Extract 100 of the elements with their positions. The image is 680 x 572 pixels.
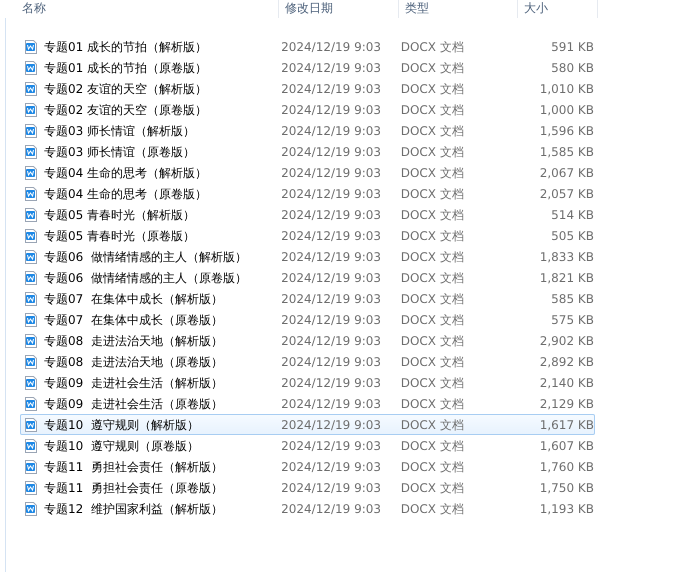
file-row[interactable]: 专题06 做情绪情感的主人（原卷版） 2024/12/19 9:03 DOCX 文档 1,821 KB xyxy=(20,267,595,288)
file-row[interactable]: 专题11 勇担社会责任（解析版） 2024/12/19 9:03 DOCX 文档 1,760 KB xyxy=(20,456,595,477)
document-icon xyxy=(24,82,37,96)
file-row[interactable]: 专题11 勇担社会责任（原卷版） 2024/12/19 9:03 DOCX 文档 1,750 KB xyxy=(20,477,595,498)
file-name: 专题05 青春时光（原卷版） xyxy=(44,228,196,244)
file-type: DOCX 文档 xyxy=(400,396,465,412)
modified-date: 2024/12/19 9:03 xyxy=(281,332,382,350)
document-icon xyxy=(24,60,37,74)
file-name: 专题09 走进社会生活（原卷版） xyxy=(44,396,224,412)
modified-date: 2024/12/19 9:03 xyxy=(281,80,382,98)
file-size: 585 KB xyxy=(550,290,594,308)
file-name: 专题07 在集体中成长（原卷版） xyxy=(44,312,224,328)
file-row[interactable]: 专题02 友谊的天空（解析版） 2024/12/19 9:03 DOCX 文档 1,010 KB xyxy=(20,78,595,99)
modified-date: 2024/12/19 9:03 xyxy=(281,102,382,118)
file-row[interactable]: 专题07 在集体中成长（原卷版） 2024/12/19 9:03 DOCX 文档 575 KB xyxy=(20,309,595,330)
name-column-header[interactable]: 名称 xyxy=(0,0,279,18)
file-row[interactable]: 专题01 成长的节拍（原卷版） 2024/12/19 9:03 DOCX 文档 580 KB xyxy=(20,57,595,78)
file-type: DOCX 文档 xyxy=(400,500,465,518)
file-type: DOCX 文档 xyxy=(400,312,465,328)
document-icon xyxy=(24,270,37,284)
file-name: 专题03 师长情谊（解析版） xyxy=(44,122,196,140)
file-type: DOCX 文档 xyxy=(400,164,465,182)
modified-date: 2024/12/19 9:03 xyxy=(281,122,382,140)
file-name: 专题01 成长的节拍（解析版） xyxy=(44,38,208,56)
file-type: DOCX 文档 xyxy=(400,60,465,76)
file-size: 580 KB xyxy=(550,60,594,76)
modified-date: 2024/12/19 9:03 xyxy=(281,354,382,370)
file-size: 1,585 KB xyxy=(538,144,594,160)
document-icon xyxy=(24,460,37,474)
date-column-header[interactable]: 修改日期 xyxy=(279,0,399,18)
file-name: 专题10 遵守规则（解析版） xyxy=(44,416,200,434)
file-size: 1,617 KB xyxy=(538,416,594,434)
document-icon xyxy=(24,144,37,158)
file-row[interactable]: 专题10 遵守规则（解析版） 2024/12/19 9:03 DOCX 文档 1,617 KB xyxy=(20,414,595,435)
file-row[interactable]: 专题01 成长的节拍（解析版） 2024/12/19 9:03 DOCX 文档 591 KB xyxy=(20,36,595,57)
file-size: 1,000 KB xyxy=(538,102,594,118)
document-icon xyxy=(24,166,37,180)
file-row[interactable]: 专题12 维护国家利益（解析版） 2024/12/19 9:03 DOCX 文档 1,193 KB xyxy=(20,498,595,519)
document-icon xyxy=(24,102,37,116)
file-type: DOCX 文档 xyxy=(400,228,465,244)
type-column-header[interactable]: 类型 xyxy=(399,0,518,18)
file-type: DOCX 文档 xyxy=(400,206,465,224)
document-icon xyxy=(24,502,37,516)
file-type: DOCX 文档 xyxy=(400,438,465,454)
file-row[interactable]: 专题04 生命的思考（原卷版） 2024/12/19 9:03 DOCX 文档 2,057 KB xyxy=(20,183,595,204)
file-name: 专题12 维护国家利益（解析版） xyxy=(44,500,224,518)
file-row[interactable]: 专题04 生命的思考（解析版） 2024/12/19 9:03 DOCX 文档 2,067 KB xyxy=(20,162,595,183)
file-row[interactable]: 专题03 师长情谊（原卷版） 2024/12/19 9:03 DOCX 文档 1,585 KB xyxy=(20,141,595,162)
file-size: 2,902 KB xyxy=(538,332,594,350)
file-size: 1,193 KB xyxy=(538,500,594,518)
size-column-header[interactable]: 大小 xyxy=(518,0,598,18)
modified-date: 2024/12/19 9:03 xyxy=(281,38,382,56)
modified-date: 2024/12/19 9:03 xyxy=(281,206,382,224)
modified-date: 2024/12/19 9:03 xyxy=(281,290,382,308)
file-name: 专题11 勇担社会责任（原卷版） xyxy=(44,480,224,496)
file-row[interactable]: 专题02 友谊的天空（原卷版） 2024/12/19 9:03 DOCX 文档 1,000 KB xyxy=(20,99,595,120)
file-name: 专题06 做情绪情感的主人（原卷版） xyxy=(44,270,248,286)
file-size: 2,892 KB xyxy=(538,354,594,370)
file-name: 专题03 师长情谊（原卷版） xyxy=(44,144,196,160)
file-type: DOCX 文档 xyxy=(400,270,465,286)
modified-date: 2024/12/19 9:03 xyxy=(281,416,382,434)
file-name: 专题05 青春时光（解析版） xyxy=(44,206,196,224)
file-name: 专题02 友谊的天空（原卷版） xyxy=(44,102,208,118)
file-name: 专题06 做情绪情感的主人（解析版） xyxy=(44,248,248,266)
file-type: DOCX 文档 xyxy=(400,186,465,202)
file-type: DOCX 文档 xyxy=(400,290,465,308)
modified-date: 2024/12/19 9:03 xyxy=(281,164,382,182)
file-row[interactable]: 专题09 走进社会生活（解析版） 2024/12/19 9:03 DOCX 文档 2,140 KB xyxy=(20,372,595,393)
file-row[interactable]: 专题10 遵守规则（原卷版） 2024/12/19 9:03 DOCX 文档 1,607 KB xyxy=(20,435,595,456)
file-size: 2,129 KB xyxy=(538,396,594,412)
file-size: 2,140 KB xyxy=(538,374,594,392)
file-size: 591 KB xyxy=(550,38,594,56)
file-name: 专题08 走进法治天地（原卷版） xyxy=(44,354,224,370)
file-row[interactable]: 专题03 师长情谊（解析版） 2024/12/19 9:03 DOCX 文档 1,596 KB xyxy=(20,120,595,141)
file-row[interactable]: 专题05 青春时光（解析版） 2024/12/19 9:03 DOCX 文档 514 KB xyxy=(20,204,595,225)
document-icon xyxy=(24,124,37,138)
document-icon xyxy=(24,334,37,348)
file-row[interactable]: 专题05 青春时光（原卷版） 2024/12/19 9:03 DOCX 文档 505 KB xyxy=(20,225,595,246)
file-size: 575 KB xyxy=(550,312,594,328)
file-name: 专题11 勇担社会责任（解析版） xyxy=(44,458,224,476)
document-icon xyxy=(24,250,37,264)
file-size: 1,760 KB xyxy=(538,458,594,476)
modified-date: 2024/12/19 9:03 xyxy=(281,438,382,454)
file-row[interactable]: 专题08 走进法治天地（解析版） 2024/12/19 9:03 DOCX 文档 2,902 KB xyxy=(20,330,595,351)
file-size: 1,750 KB xyxy=(538,480,594,496)
file-row[interactable]: 专题07 在集体中成长（解析版） 2024/12/19 9:03 DOCX 文档 585 KB xyxy=(20,288,595,309)
file-name: 专题01 成长的节拍（原卷版） xyxy=(44,60,208,76)
file-name: 专题04 生命的思考（原卷版） xyxy=(44,186,208,202)
document-icon xyxy=(24,438,37,452)
document-icon xyxy=(24,228,37,242)
file-size: 505 KB xyxy=(550,228,594,244)
file-type: DOCX 文档 xyxy=(400,480,465,496)
file-type: DOCX 文档 xyxy=(400,332,465,350)
document-icon xyxy=(24,40,37,54)
file-row[interactable]: 专题06 做情绪情感的主人（解析版） 2024/12/19 9:03 DOCX 文档 1,833 KB xyxy=(20,246,595,267)
file-type: DOCX 文档 xyxy=(400,248,465,266)
modified-date: 2024/12/19 9:03 xyxy=(281,228,382,244)
file-row[interactable]: 专题09 走进社会生活（原卷版） 2024/12/19 9:03 DOCX 文档 2,129 KB xyxy=(20,393,595,414)
file-name: 专题02 友谊的天空（解析版） xyxy=(44,80,208,98)
file-row[interactable]: 专题08 走进法治天地（原卷版） 2024/12/19 9:03 DOCX 文档 2,892 KB xyxy=(20,351,595,372)
